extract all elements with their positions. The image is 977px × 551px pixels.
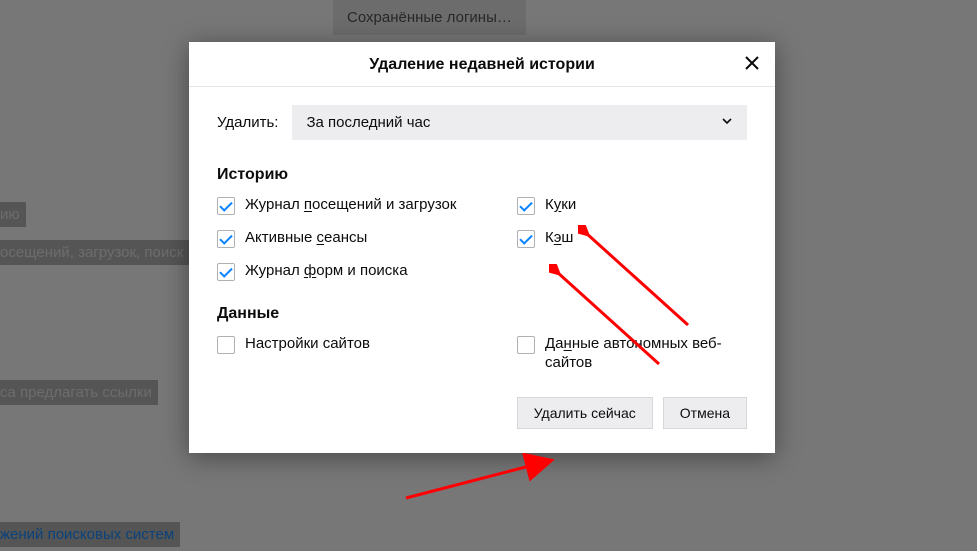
cache-label: Кэш xyxy=(545,229,573,248)
checkbox-row-sessions: Активные сеансы xyxy=(217,229,517,248)
cancel-button[interactable]: Отмена xyxy=(663,397,747,429)
forms-label: Журнал форм и поиска xyxy=(245,262,408,281)
checkbox-row-site-settings: Настройки сайтов xyxy=(217,335,517,373)
checkbox-row-cache: Кэш xyxy=(517,229,747,248)
time-range-row: Удалить: За последний час xyxy=(217,105,747,140)
checkbox-row-cookies: Куки xyxy=(517,196,747,215)
time-range-value: За последний час xyxy=(306,114,430,131)
clear-history-dialog: Удаление недавней истории Удалить: За по… xyxy=(189,42,775,453)
close-icon xyxy=(745,56,759,75)
sessions-label: Активные сеансы xyxy=(245,229,367,248)
forms-checkbox[interactable] xyxy=(217,263,235,281)
cookies-label: Куки xyxy=(545,196,576,215)
history-grid: Журнал посещений и загрузок Куки Активны… xyxy=(217,196,747,281)
close-button[interactable] xyxy=(735,48,769,82)
time-range-label: Удалить: xyxy=(217,114,278,131)
site-settings-label: Настройки сайтов xyxy=(245,335,370,354)
dialog-title: Удаление недавней истории xyxy=(369,56,595,73)
delete-now-button[interactable]: Удалить сейчас xyxy=(517,397,653,429)
cache-checkbox[interactable] xyxy=(517,230,535,248)
dialog-buttons: Удалить сейчас Отмена xyxy=(217,397,747,429)
site-settings-checkbox[interactable] xyxy=(217,336,235,354)
browsing-history-label: Журнал посещений и загрузок xyxy=(245,196,456,215)
data-grid: Настройки сайтов Данные автономных веб-с… xyxy=(217,335,747,373)
checkbox-row-browsing: Журнал посещений и загрузок xyxy=(217,196,517,215)
offline-data-checkbox[interactable] xyxy=(517,336,535,354)
cookies-checkbox[interactable] xyxy=(517,197,535,215)
sessions-checkbox[interactable] xyxy=(217,230,235,248)
offline-data-label: Данные автономных веб-сайтов xyxy=(545,335,747,373)
browsing-history-checkbox[interactable] xyxy=(217,197,235,215)
section-history-title: Историю xyxy=(217,166,747,184)
dialog-header: Удаление недавней истории xyxy=(189,42,775,87)
checkbox-row-forms: Журнал форм и поиска xyxy=(217,262,517,281)
section-data-title: Данные xyxy=(217,305,747,323)
checkbox-row-offline: Данные автономных веб-сайтов xyxy=(517,335,747,373)
chevron-down-icon xyxy=(721,114,733,131)
time-range-select[interactable]: За последний час xyxy=(292,105,747,140)
